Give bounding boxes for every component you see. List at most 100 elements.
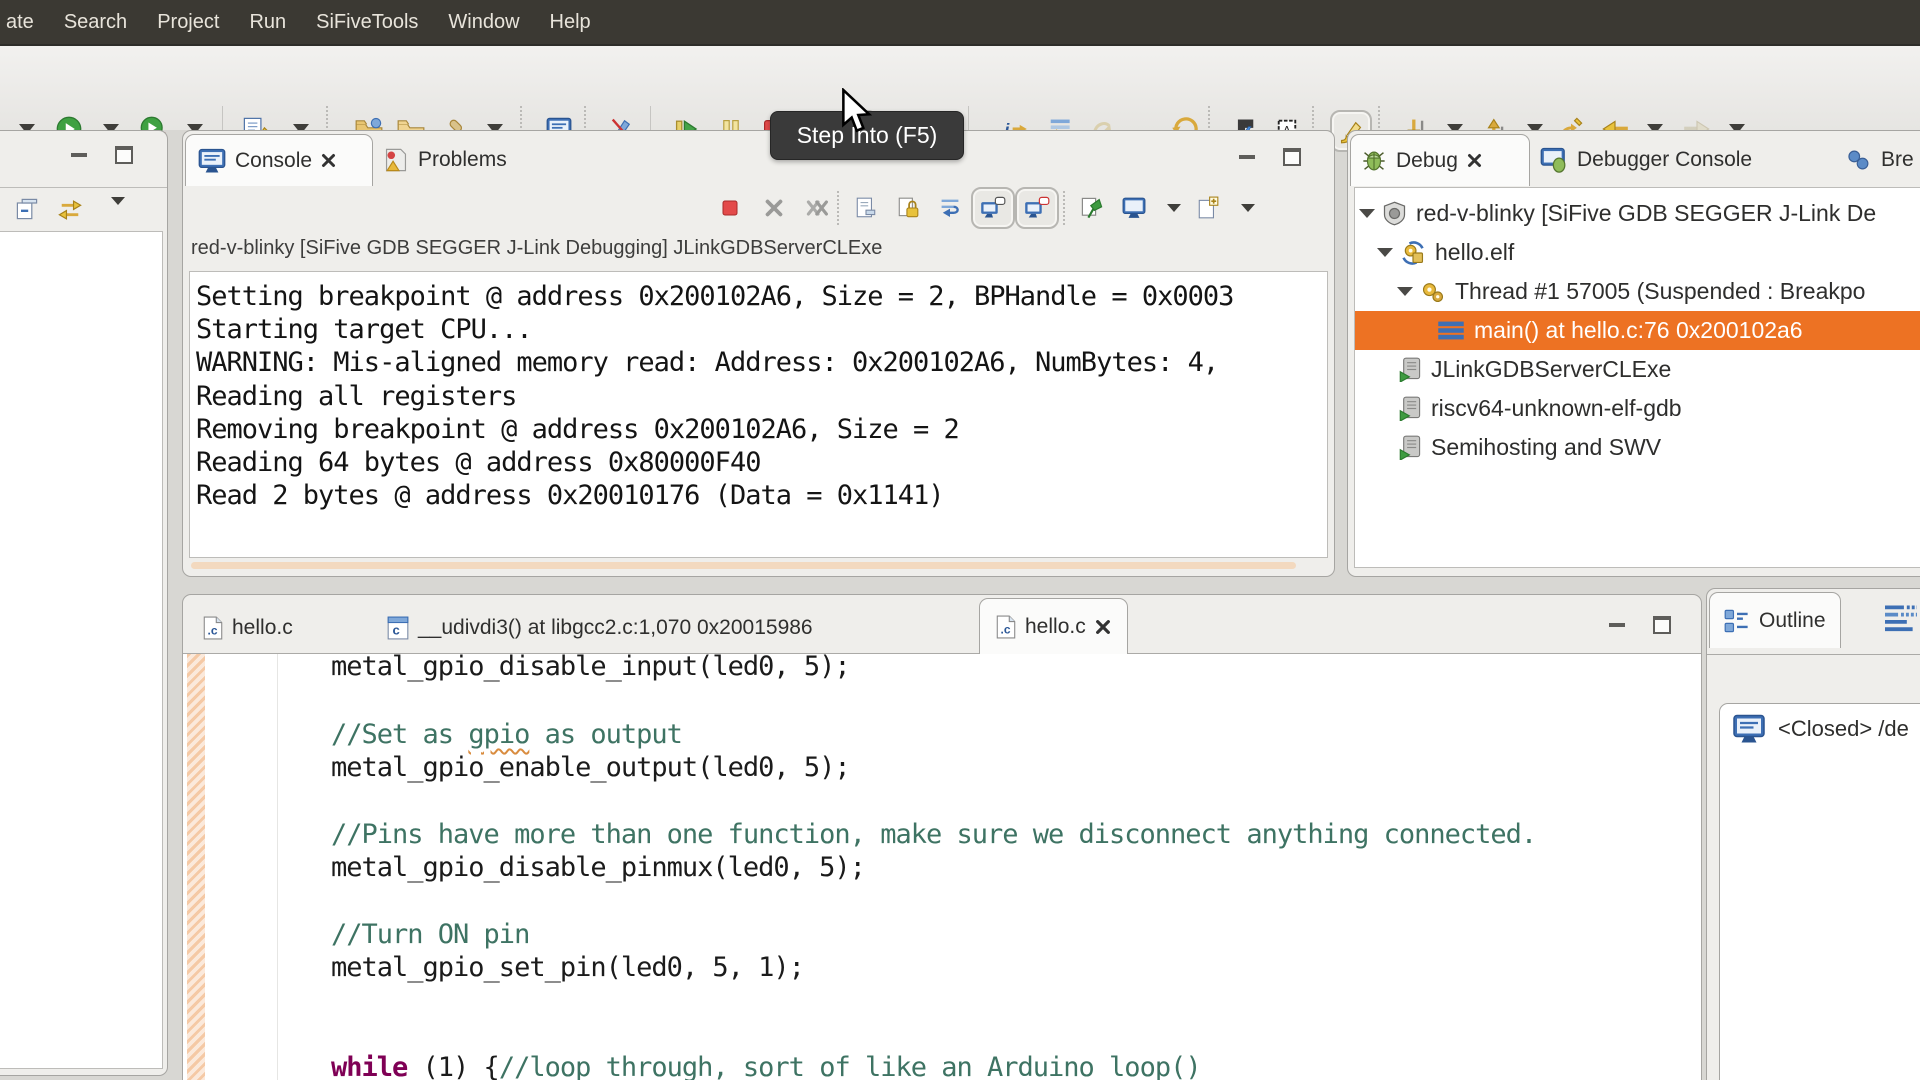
tree-item-label: hello.elf (1435, 239, 1515, 265)
tab-hello-c-active[interactable]: .c hello.c (979, 598, 1128, 655)
pin-console-button[interactable] (1073, 189, 1111, 227)
show-stdout-button[interactable] (971, 187, 1015, 229)
launch-config-icon (1383, 201, 1406, 226)
closed-terminal-item[interactable]: <Closed> /de (1732, 714, 1909, 744)
console-panel: Console Problems red-v-blinky [SiFive GD… (182, 130, 1335, 577)
code-area[interactable]: metal_gpio_disable_input(led0, 5); //Set… (183, 654, 1701, 1080)
maximize-button[interactable] (1653, 616, 1671, 634)
project-explorer-panel (0, 130, 168, 1076)
tab-problems[interactable]: Problems (369, 134, 521, 185)
project-explorer-content[interactable] (0, 231, 163, 1069)
tab-label: Bre (1881, 147, 1914, 171)
tab-label: Debugger Console (1577, 147, 1753, 171)
console-output[interactable]: Setting breakpoint @ address 0x200102A6,… (189, 271, 1328, 558)
tab-udivdi3[interactable]: c __udivdi3() at libgcc2.c:1,070 0x20015… (373, 603, 827, 653)
disassembly-view-button[interactable] (1883, 603, 1919, 640)
tab-breakpoints[interactable]: Bre (1836, 134, 1920, 185)
close-icon[interactable] (1095, 619, 1111, 635)
menu-navigate-partial[interactable]: ate (0, 0, 49, 44)
close-icon[interactable] (321, 153, 336, 168)
console-line: Starting target CPU... (196, 314, 533, 346)
remove-x-icon (765, 199, 783, 217)
word-wrap-button[interactable] (931, 189, 969, 227)
expand-arrow-icon[interactable] (1359, 209, 1375, 218)
scroll-lock-button[interactable] (889, 189, 927, 227)
open-console-button[interactable] (1189, 189, 1227, 227)
maximize-button[interactable] (1283, 148, 1301, 166)
minimize-button[interactable] (1609, 623, 1625, 627)
scroll-lock-icon (898, 197, 919, 218)
code-line: //Set as gpio as output (331, 719, 683, 750)
code-line: metal_gpio_set_pin(led0, 5, 1); (331, 952, 805, 983)
disassembly-icon (1885, 605, 1917, 632)
outline-panel: Outline <Closed> /de (1706, 588, 1920, 1080)
svg-text:c: c (393, 623, 400, 638)
tab-debug[interactable]: Debug (1350, 134, 1530, 186)
horizontal-scrollbar[interactable] (191, 562, 1296, 569)
tab-hello-c-1[interactable]: .c hello.c (189, 603, 307, 653)
view-menu-button[interactable] (111, 197, 125, 223)
tree-item-thread[interactable]: Thread #1 57005 (Suspended : Breakpo (1355, 272, 1920, 311)
toolbar-separator (837, 191, 839, 225)
show-stderr-button[interactable] (1015, 187, 1059, 229)
terminate-console-button[interactable] (711, 189, 749, 227)
process-icon (1399, 357, 1421, 382)
tree-item-gdb-process[interactable]: riscv64-unknown-elf-gdb (1355, 389, 1920, 428)
open-console-dropdown-button[interactable] (1229, 189, 1267, 227)
c-file-icon: .c (203, 616, 223, 640)
freedom-studio-window: ate Search Project Run SiFiveTools Windo… (0, 0, 1920, 1080)
pin-console-icon (1081, 197, 1103, 219)
console-line: WARNING: Mis-aligned memory read: Addres… (196, 347, 1219, 379)
close-icon[interactable] (1467, 153, 1482, 168)
tree-item-semihosting[interactable]: Semihosting and SWV (1355, 428, 1920, 467)
tab-label: Debug (1396, 148, 1458, 172)
expand-arrow-icon[interactable] (1397, 287, 1413, 296)
tab-label: Console (235, 148, 313, 172)
remove-all-x-icon (806, 200, 828, 216)
code-line: metal_gpio_enable_output(led0, 5); (331, 752, 851, 783)
debug-bug-icon (1363, 151, 1385, 170)
terminate-icon (722, 200, 738, 216)
minimize-button[interactable] (71, 153, 87, 157)
tree-item-launch[interactable]: red-v-blinky [SiFive GDB SEGGER J-Link D… (1355, 194, 1920, 233)
menu-search[interactable]: Search (49, 0, 142, 44)
menu-sifivetools[interactable]: SiFiveTools (301, 0, 433, 44)
remove-all-terminated-button[interactable] (799, 189, 837, 227)
remove-launch-button[interactable] (755, 189, 793, 227)
divider (1707, 654, 1920, 655)
clear-console-button[interactable] (847, 189, 885, 227)
tree-item-stack-frame-selected[interactable]: main() at hello.c:76 0x200102a6 (1355, 311, 1920, 350)
toolbar-separator (1063, 191, 1065, 225)
maximize-button[interactable] (115, 146, 133, 164)
outline-icon (1724, 609, 1748, 632)
problems-icon (385, 148, 407, 171)
tree-item-hello-elf[interactable]: hello.elf (1355, 233, 1920, 272)
menu-run[interactable]: Run (234, 0, 301, 44)
link-with-editor-icon (58, 200, 82, 220)
tab-debugger-console[interactable]: Debugger Console (1528, 134, 1764, 185)
console-description: red-v-blinky [SiFive GDB SEGGER J-Link D… (191, 237, 883, 259)
executable-icon (1402, 240, 1424, 265)
code-line: metal_gpio_disable_input(led0, 5); (331, 654, 851, 682)
display-console-button[interactable] (1115, 189, 1153, 227)
minimize-button[interactable] (1239, 155, 1255, 159)
tab-outline[interactable]: Outline (1709, 592, 1841, 648)
c-file-icon: .c (996, 615, 1016, 639)
word-wrap-icon (941, 199, 959, 217)
tree-item-label: Thread #1 57005 (Suspended : Breakpo (1455, 278, 1866, 304)
display-console-dropdown-button[interactable] (1155, 189, 1193, 227)
menu-window[interactable]: Window (433, 0, 534, 44)
expand-arrow-icon[interactable] (1377, 248, 1393, 257)
svg-text:.c: .c (208, 624, 218, 638)
dropdown-arrow-icon (1241, 204, 1255, 212)
tree-item-jlink-process[interactable]: JLinkGDBServerCLExe (1355, 350, 1920, 389)
tree-item-label: red-v-blinky [SiFive GDB SEGGER J-Link D… (1416, 200, 1877, 226)
console-line: Removing breakpoint @ address 0x200102A6… (196, 413, 960, 445)
menu-help[interactable]: Help (535, 0, 606, 44)
stack-frame-icon (1438, 321, 1464, 340)
tab-console[interactable]: Console (185, 134, 373, 186)
collapse-all-button[interactable] (15, 197, 39, 226)
menu-project[interactable]: Project (142, 0, 234, 44)
link-with-editor-button[interactable] (57, 199, 83, 226)
tree-item-label: JLinkGDBServerCLExe (1431, 356, 1672, 382)
